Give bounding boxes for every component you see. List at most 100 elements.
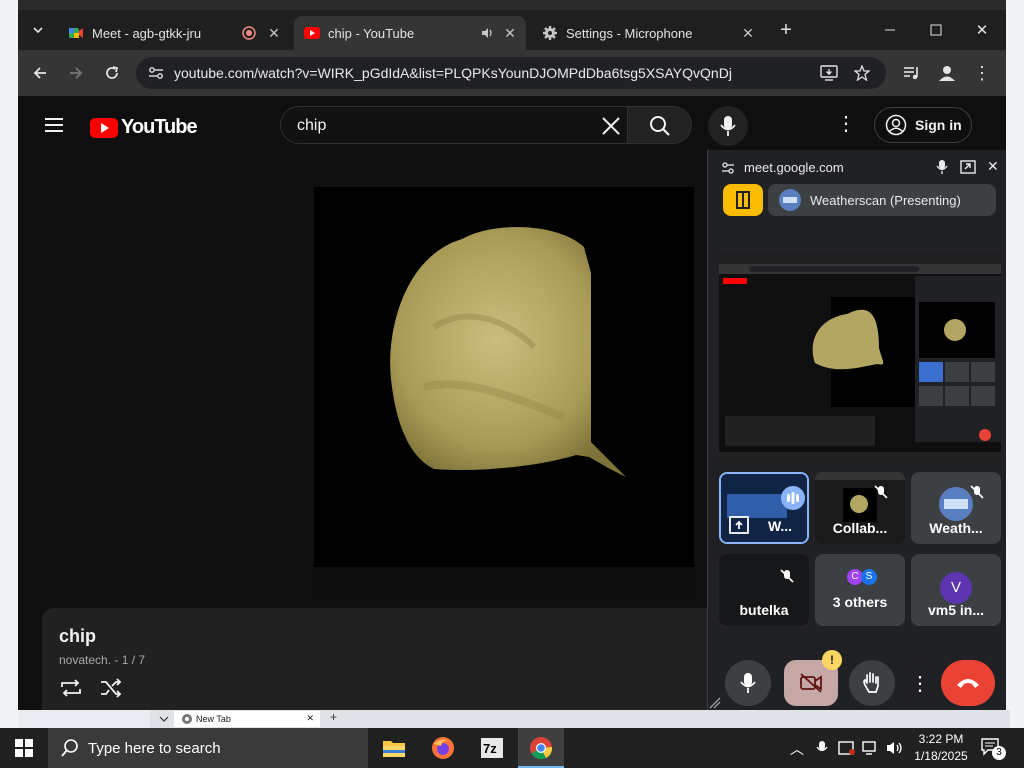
chrome-taskbar-button[interactable] [518, 728, 564, 768]
meet-icon [69, 28, 83, 38]
star-icon[interactable] [854, 65, 870, 81]
shuffle-icon[interactable] [99, 678, 123, 698]
tab-youtube[interactable]: chip - YouTube ✕ [294, 16, 526, 50]
tab-title: New Tab [196, 714, 231, 724]
youtube-logo[interactable]: YouTube [90, 116, 198, 139]
avatar: S [861, 569, 877, 585]
hand-icon [863, 672, 879, 693]
loop-icon[interactable] [59, 678, 83, 698]
video-player[interactable] [314, 187, 694, 567]
leave-call-button[interactable] [941, 660, 995, 706]
address-bar[interactable]: youtube.com/watch?v=WIRK_pGdIdA&list=PLQ… [136, 57, 886, 89]
raise-hand-button[interactable] [849, 660, 895, 706]
video-shadow [314, 567, 694, 607]
participant-tile-self[interactable]: W... [719, 472, 809, 544]
search-input[interactable]: chip [280, 106, 628, 144]
close-icon[interactable]: ✕ [502, 25, 518, 41]
browser-toolbar: youtube.com/watch?v=WIRK_pGdIdA&list=PLQ… [18, 50, 1006, 96]
participant-name: vm5 in... [927, 602, 985, 618]
minimize-icon [885, 29, 895, 31]
chrome-menu-button[interactable]: ⋮ [968, 59, 996, 87]
participant-tile-vm5[interactable]: V vm5 in... [911, 554, 1001, 626]
settings-menu-button[interactable]: ⋮ [832, 109, 860, 137]
windows-taskbar: Type here to search 7z ︿ 3:22 PM 1/18/20… [0, 728, 1024, 768]
presenting-chip[interactable]: Weatherscan (Presenting) [768, 184, 996, 216]
start-button[interactable] [10, 734, 38, 762]
tab-search-button[interactable] [24, 16, 52, 44]
7zip-button[interactable]: 7z [478, 734, 506, 762]
camera-toggle-button[interactable]: ! [784, 650, 842, 706]
meet-pip-window: meet.google.com ✕ Weatherscan (Presentin… [707, 150, 1006, 710]
reload-button[interactable] [98, 59, 126, 87]
minimize-button[interactable] [876, 16, 904, 44]
resize-handle-icon[interactable] [708, 696, 722, 710]
tab-title: chip - YouTube [328, 25, 415, 41]
speaker-icon[interactable] [480, 26, 494, 40]
close-icon[interactable]: ✕ [266, 25, 282, 41]
close-icon[interactable]: ✕ [306, 713, 314, 724]
clock-time: 3:22 PM [918, 732, 964, 746]
security-icon[interactable] [838, 740, 856, 756]
playlist-title[interactable]: chip [59, 626, 96, 647]
new-tab-button[interactable]: + [772, 16, 800, 44]
firefox-button[interactable] [429, 734, 457, 762]
folder-icon [383, 741, 405, 757]
meet-origin: meet.google.com [744, 160, 844, 175]
new-tab-button[interactable]: + [330, 710, 337, 724]
microphone-icon [740, 673, 756, 693]
media-controls-button[interactable] [898, 59, 926, 87]
site-settings-icon[interactable] [721, 161, 735, 175]
microphone-icon[interactable] [816, 740, 828, 756]
mic-off-icon [874, 485, 888, 499]
notification-center-button[interactable]: 3 [980, 736, 1006, 760]
profile-button[interactable] [933, 59, 961, 87]
sign-in-button[interactable]: Sign in [874, 107, 972, 143]
youtube-play-icon [90, 117, 118, 138]
participant-tile-others[interactable]: C S 3 others [815, 554, 905, 626]
search-button[interactable] [628, 106, 692, 144]
tab-settings[interactable]: Settings - Microphone ✕ [532, 16, 764, 50]
close-window-button[interactable]: ✕ [968, 16, 996, 44]
participant-tile-butelka[interactable]: butelka [719, 554, 809, 626]
close-pip-button[interactable]: ✕ [987, 158, 999, 175]
taskbar-search-box[interactable]: Type here to search [48, 728, 368, 768]
clear-search-icon[interactable] [601, 116, 621, 136]
potato-chip-image [390, 227, 626, 477]
participant-name: W... [767, 518, 793, 534]
guide-menu-button[interactable] [40, 111, 68, 139]
clock-date: 1/18/2025 [914, 749, 968, 763]
windows-logo-icon [15, 739, 33, 757]
chevron-up-icon[interactable]: ︿ [790, 739, 804, 759]
back-to-tab-icon[interactable] [960, 160, 976, 174]
maximize-button[interactable] [922, 16, 950, 44]
site-info-icon[interactable] [148, 66, 164, 80]
microphone-toggle-button[interactable] [725, 660, 771, 706]
file-explorer-button[interactable] [380, 734, 408, 762]
network-icon[interactable] [862, 740, 880, 756]
presenting-label: Weatherscan (Presenting) [810, 193, 961, 208]
back-button[interactable] [26, 59, 54, 87]
participant-tile-collab[interactable]: Collab... [815, 472, 905, 544]
shared-screen-preview [719, 252, 1001, 464]
tab-meet[interactable]: Meet - agb-gtkk-jru ✕ [58, 16, 290, 50]
notification-count-badge: 3 [992, 746, 1006, 760]
svg-text:7z: 7z [483, 741, 497, 756]
forward-button[interactable] [62, 59, 90, 87]
tab-bar: Meet - agb-gtkk-jru ✕ chip - YouTube ✕ S… [18, 10, 1006, 50]
youtube-favicon-icon [304, 27, 320, 39]
tab-new-tab[interactable]: New Tab ✕ [174, 711, 320, 727]
microphone-icon [720, 116, 736, 136]
7zip-icon: 7z [481, 738, 503, 758]
chrome-icon [182, 714, 192, 724]
volume-icon[interactable] [886, 740, 904, 756]
chevron-down-icon[interactable] [159, 715, 169, 723]
playlist-music-icon [904, 67, 918, 80]
stop-presenting-button[interactable] [723, 184, 763, 216]
participant-tile-weatherscan[interactable]: Weath... [911, 472, 1001, 544]
more-options-button[interactable]: ⋮ [908, 660, 932, 706]
close-icon[interactable]: ✕ [740, 25, 756, 41]
shared-screen-view[interactable] [719, 252, 1001, 464]
voice-search-button[interactable] [708, 106, 748, 146]
taskbar-clock[interactable]: 3:22 PM 1/18/2025 [906, 731, 976, 765]
install-app-icon[interactable] [820, 65, 838, 81]
